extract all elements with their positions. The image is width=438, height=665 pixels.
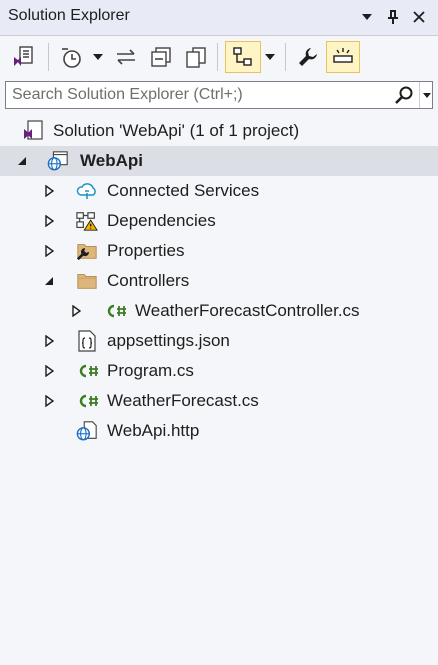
title-bar: Solution Explorer bbox=[0, 0, 438, 36]
connected-services-icon bbox=[76, 180, 98, 202]
search-options-dropdown-icon[interactable] bbox=[419, 82, 434, 108]
item-label: Properties bbox=[107, 241, 185, 260]
toolbar-separator bbox=[48, 43, 49, 71]
tree-row-webapi-http[interactable]: WebApi.http bbox=[0, 416, 438, 446]
json-file-icon bbox=[76, 330, 98, 352]
search-input[interactable] bbox=[6, 82, 392, 108]
tree-row-weatherforecast[interactable]: WeatherForecast.cs bbox=[0, 386, 438, 416]
collapse-all-icon[interactable] bbox=[146, 41, 176, 73]
class-view-dropdown-icon[interactable] bbox=[262, 41, 278, 73]
tree-row-solution[interactable]: Solution 'WebApi' (1 of 1 project) bbox=[0, 116, 438, 146]
class-view-icon[interactable] bbox=[225, 41, 261, 73]
item-label: Dependencies bbox=[107, 211, 216, 230]
collapsed-arrow-icon[interactable] bbox=[70, 304, 82, 318]
csharp-file-icon bbox=[103, 300, 129, 322]
history-dropdown-icon[interactable] bbox=[90, 41, 106, 73]
collapsed-arrow-icon[interactable] bbox=[43, 334, 55, 348]
toolbar-separator bbox=[217, 43, 218, 71]
item-label: appsettings.json bbox=[107, 331, 230, 350]
item-label: Program.cs bbox=[107, 361, 194, 380]
search-icon[interactable] bbox=[392, 84, 416, 106]
show-all-files-icon[interactable] bbox=[181, 41, 211, 73]
solution-label: Solution 'WebApi' (1 of 1 project) bbox=[53, 121, 300, 140]
web-project-icon bbox=[47, 150, 69, 172]
http-file-icon bbox=[76, 420, 98, 442]
close-icon[interactable] bbox=[408, 5, 430, 29]
search-box bbox=[5, 81, 433, 109]
tree-row-controllers[interactable]: Controllers bbox=[0, 266, 438, 296]
csharp-file-icon bbox=[75, 360, 101, 382]
solution-icon bbox=[22, 120, 44, 142]
pin-icon[interactable] bbox=[382, 5, 404, 29]
project-label: WebApi bbox=[80, 151, 143, 170]
properties-wrench-icon[interactable] bbox=[293, 41, 323, 73]
tree-row-dependencies[interactable]: Dependencies bbox=[0, 206, 438, 236]
item-label: WeatherForecastController.cs bbox=[135, 301, 360, 320]
toolbar-separator bbox=[285, 43, 286, 71]
expanded-arrow-icon[interactable] bbox=[43, 274, 55, 288]
collapsed-arrow-icon[interactable] bbox=[43, 184, 55, 198]
preview-selected-icon[interactable] bbox=[326, 41, 360, 73]
item-label: WeatherForecast.cs bbox=[107, 391, 259, 410]
history-icon[interactable] bbox=[56, 41, 86, 73]
collapsed-arrow-icon[interactable] bbox=[43, 214, 55, 228]
csharp-file-icon bbox=[75, 390, 101, 412]
item-label: WebApi.http bbox=[107, 421, 200, 440]
sync-icon[interactable] bbox=[111, 41, 141, 73]
collapsed-arrow-icon[interactable] bbox=[43, 394, 55, 408]
item-label: Controllers bbox=[107, 271, 190, 290]
dependencies-warning-icon bbox=[76, 210, 98, 232]
properties-folder-icon bbox=[76, 240, 98, 262]
dropdown-arrow-icon[interactable] bbox=[356, 5, 378, 29]
folder-icon bbox=[76, 270, 98, 292]
switch-views-icon[interactable] bbox=[8, 41, 40, 73]
item-label: Connected Services bbox=[107, 181, 260, 200]
tree-row-project[interactable]: WebApi bbox=[0, 146, 438, 176]
tree-row-properties[interactable]: Properties bbox=[0, 236, 438, 266]
toolbar bbox=[0, 36, 438, 78]
window-title: Solution Explorer bbox=[8, 7, 130, 24]
expanded-arrow-icon[interactable] bbox=[16, 154, 28, 168]
collapsed-arrow-icon[interactable] bbox=[43, 364, 55, 378]
tree-row-weatherforecastcontroller[interactable]: WeatherForecastController.cs bbox=[0, 296, 438, 326]
collapsed-arrow-icon[interactable] bbox=[43, 244, 55, 258]
tree-row-appsettings[interactable]: appsettings.json bbox=[0, 326, 438, 356]
tree-row-connected-services[interactable]: Connected Services bbox=[0, 176, 438, 206]
tree-row-program[interactable]: Program.cs bbox=[0, 356, 438, 386]
